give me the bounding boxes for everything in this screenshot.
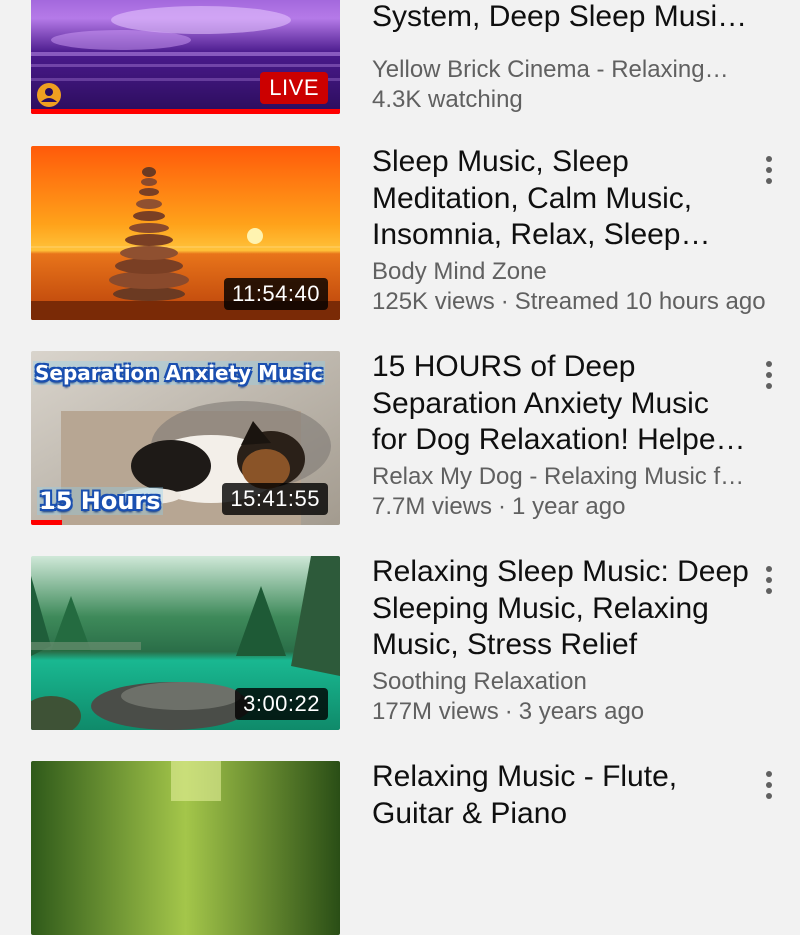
thumbnail-caption-bottom: 15 Hours [37,487,163,515]
separator: · [498,493,507,520]
separator: · [500,288,509,315]
view-count: 177M views [372,698,499,725]
video-title[interactable]: Sleep Music, Sleep Meditation, Calm Musi… [372,144,752,254]
video-thumbnail[interactable]: 3:00:22 [31,556,340,730]
more-options-button[interactable] [758,560,780,600]
thumbnail-image [31,761,340,935]
watch-progress-bar [31,520,62,525]
more-options-button[interactable] [758,355,780,395]
channel-name[interactable]: Body Mind Zone [372,258,772,286]
video-title[interactable]: 24/7, Boost your Immune System, Deep Sle… [372,0,752,35]
upload-age: Streamed 10 hours ago [514,288,766,315]
thumbnail-caption-top: Separation Anxiety Music [33,361,325,385]
live-badge: LIVE [260,72,328,104]
view-count: 125K views [372,288,495,315]
viewer-count: 4.3K watching [372,86,523,113]
video-thumbnail[interactable] [31,761,340,935]
video-title[interactable]: Relaxing Music - Flute, Guitar & Piano [372,759,752,832]
separator: · [504,698,513,725]
video-thumbnail[interactable]: 11:54:40 [31,146,340,320]
upload-age: 3 years ago [518,698,645,725]
channel-name[interactable]: Relax My Dog - Relaxing Music for Dogs [372,463,747,491]
video-stats: 7.7M views · 1 year ago [372,493,772,521]
video-thumbnail[interactable]: LIVE [31,0,340,114]
video-title[interactable]: 15 HOURS of Deep Separation Anxiety Musi… [372,349,752,459]
more-options-button[interactable] [758,150,780,190]
video-duration: 3:00:22 [235,688,328,720]
view-count: 7.7M views [372,493,493,520]
upload-age: 1 year ago [512,493,626,520]
video-title[interactable]: Relaxing Sleep Music: Deep Sleeping Musi… [372,554,752,664]
video-thumbnail[interactable]: Separation Anxiety Music 15 Hours 15:41:… [31,351,340,525]
video-stats: 4.3K watching [372,86,772,114]
channel-name[interactable]: Soothing Relaxation [372,668,772,696]
watch-progress-bar [31,109,340,114]
channel-name[interactable]: Yellow Brick Cinema - Relaxing Music [372,56,732,84]
video-stats: 177M views · 3 years ago [372,698,772,726]
video-duration: 15:41:55 [222,483,328,515]
video-stats: 125K views · Streamed 10 hours ago [372,288,772,316]
video-duration: 11:54:40 [223,278,328,310]
more-options-button[interactable] [758,765,780,805]
